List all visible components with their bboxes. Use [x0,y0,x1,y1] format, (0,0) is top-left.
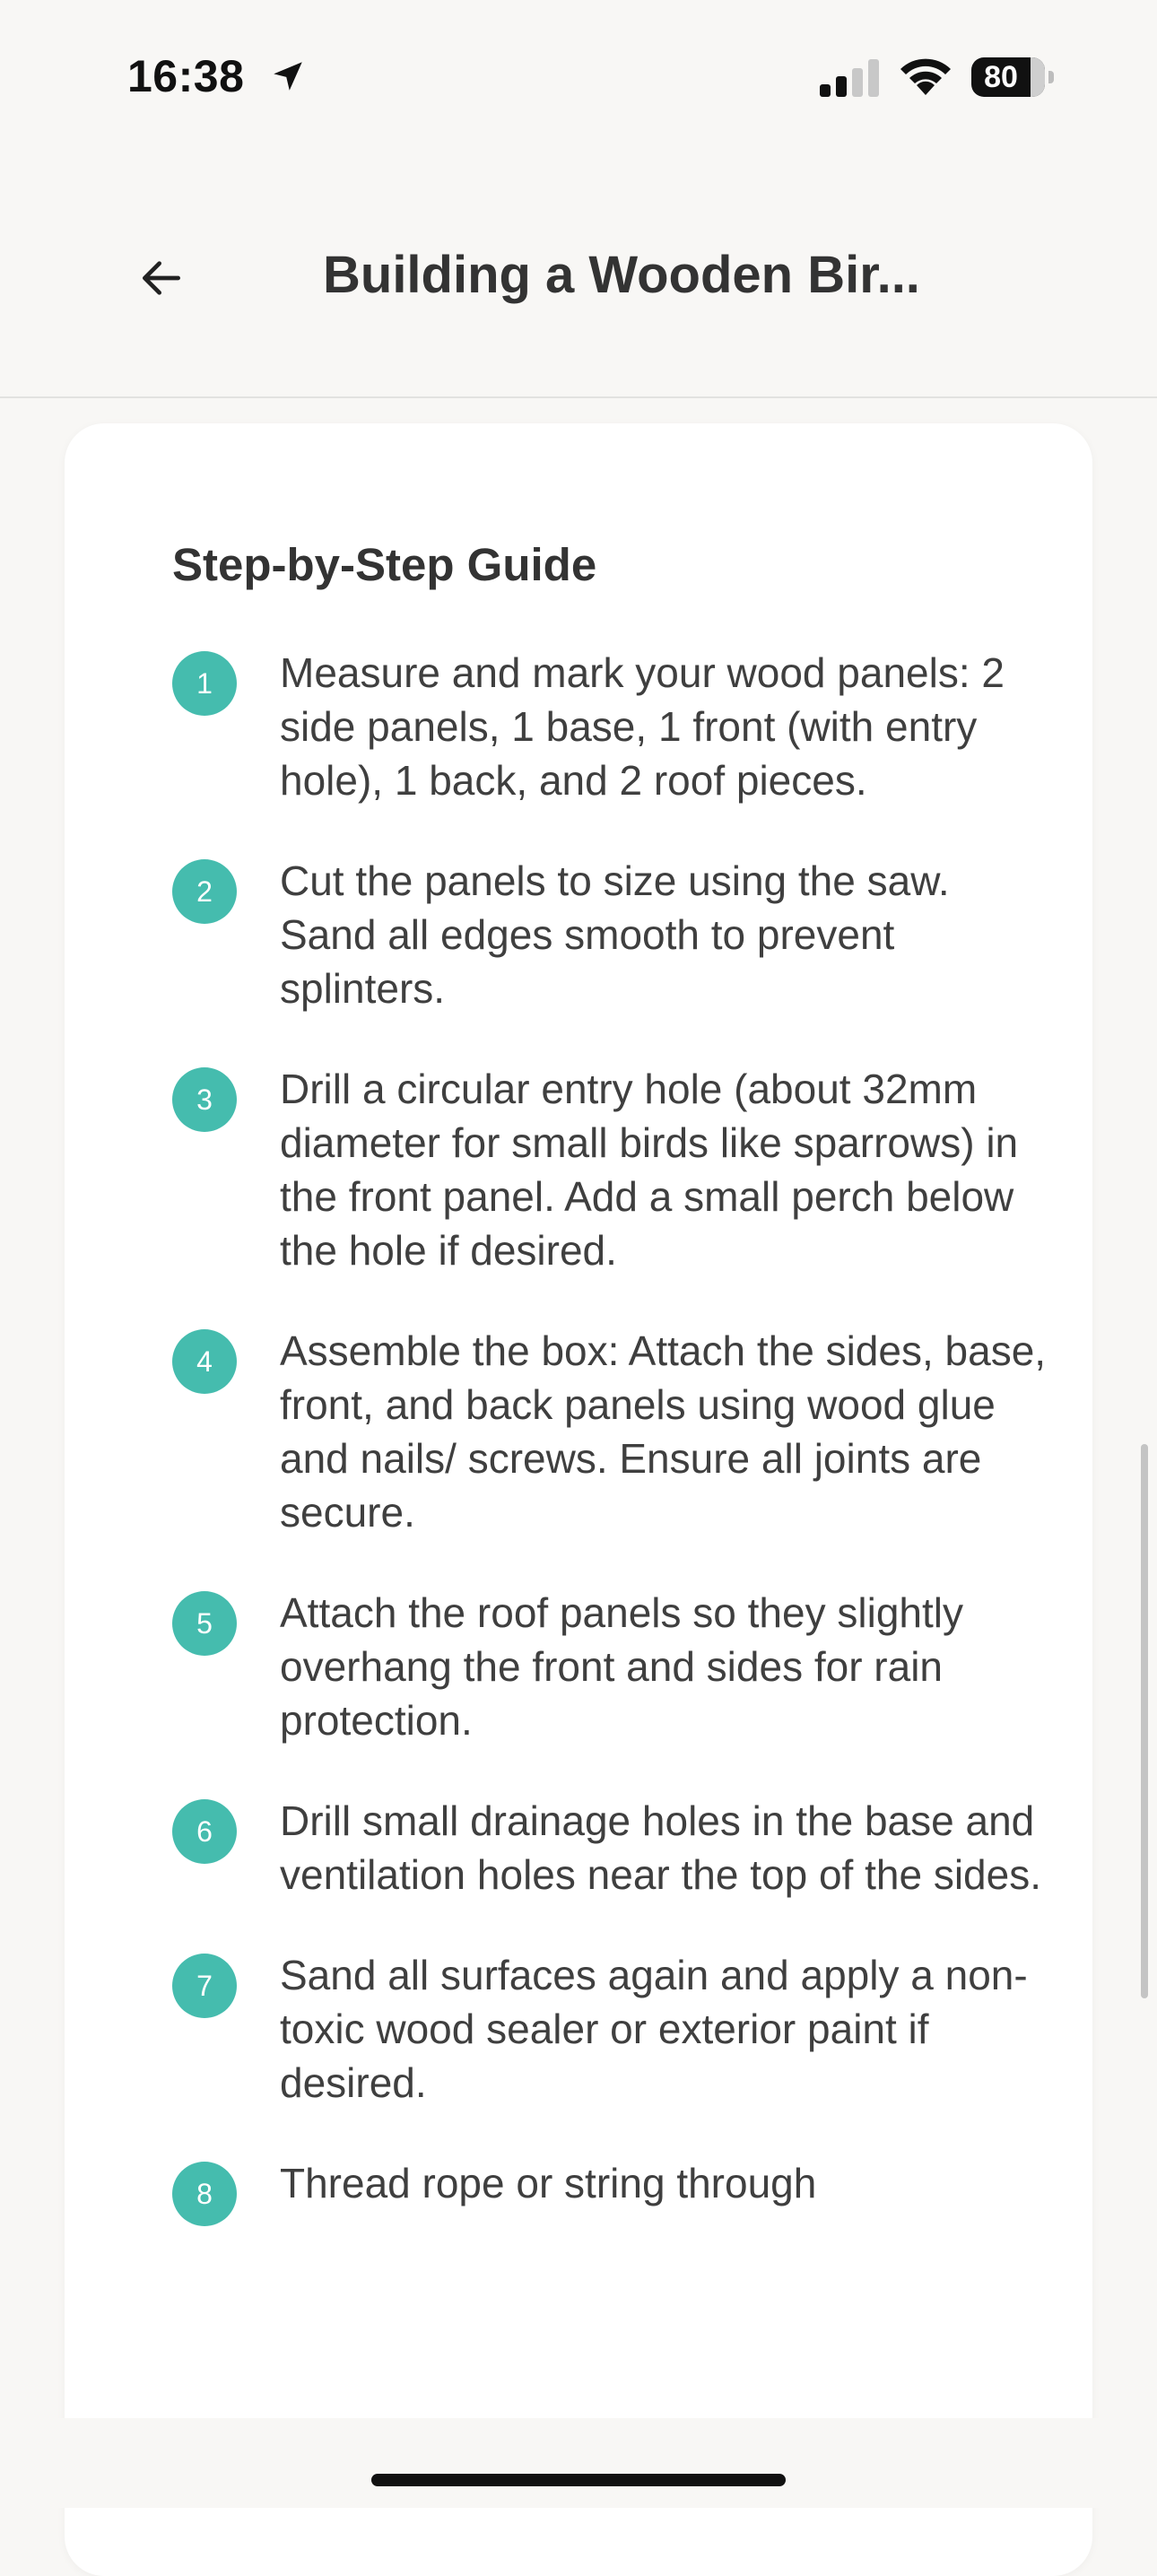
steps-list: 1 Measure and mark your wood panels: 2 s… [172,646,1051,2257]
step-item: 5 Attach the roof panels so they slightl… [172,1586,1051,1747]
step-text: Drill a circular entry hole (about 32mm … [280,1066,1019,1274]
status-bar: 16:38 80 [0,0,1157,152]
step-item: 1 Measure and mark your wood panels: 2 s… [172,646,1051,807]
step-text: Thread rope or string through [280,2160,817,2206]
arrow-left-icon [143,261,181,295]
wifi-icon [900,58,951,95]
step-item: 8 Thread rope or string through [172,2156,1051,2226]
back-button[interactable] [126,242,197,314]
step-item: 6 Drill small drainage holes in the base… [172,1794,1051,1902]
step-text: Sand all surfaces again and apply a non-… [280,1952,1028,2106]
step-number-badge: 6 [172,1799,237,1864]
step-number-badge: 1 [172,651,237,716]
step-number-badge: 8 [172,2162,237,2226]
bottom-safe-area [0,2418,1157,2508]
page-title: Building a Wooden Bir... [323,246,920,304]
step-number-badge: 2 [172,859,237,924]
status-time: 16:38 [127,51,245,101]
guide-title: Step-by-Step Guide [172,539,597,590]
step-number-badge: 4 [172,1329,237,1394]
home-indicator[interactable] [371,2474,786,2486]
location-arrow-icon [274,62,302,91]
step-text: Assemble the box: Attach the sides, base… [280,1327,1047,1536]
step-text: Attach the roof panels so they slightly … [280,1589,963,1744]
scrollbar[interactable] [1141,1444,1148,1998]
step-item: 2 Cut the panels to size using the saw. … [172,854,1051,1015]
cellular-signal-icon [820,59,879,97]
step-item: 3 Drill a circular entry hole (about 32m… [172,1062,1051,1277]
step-item: 4 Assemble the box: Attach the sides, ba… [172,1324,1051,1539]
battery-level: 80 [984,60,1018,94]
nav-header: Building a Wooden Bir... [0,152,1157,398]
step-text: Measure and mark your wood panels: 2 sid… [280,649,1005,804]
step-number-badge: 7 [172,1954,237,2018]
step-number-badge: 3 [172,1067,237,1132]
step-text: Cut the panels to size using the saw. Sa… [280,857,950,1012]
guide-card: Step-by-Step Guide 1 Measure and mark yo… [65,423,1092,2576]
step-text: Drill small drainage holes in the base a… [280,1797,1042,1898]
step-item: 7 Sand all surfaces again and apply a no… [172,1948,1051,2110]
battery-icon: 80 [971,57,1054,97]
step-number-badge: 5 [172,1591,237,1656]
